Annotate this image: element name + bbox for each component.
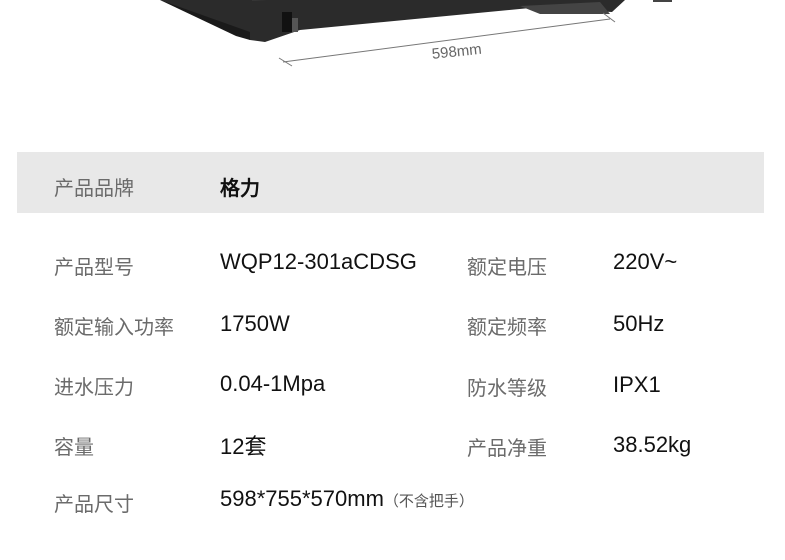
brand-label: 产品品牌 bbox=[54, 178, 134, 200]
brand-value: 格力 bbox=[220, 178, 260, 200]
frequency-value: 50Hz bbox=[613, 311, 665, 336]
waterproof-label: 防水等级 bbox=[467, 378, 547, 400]
size-note: （不含把手） bbox=[383, 493, 474, 510]
size-dimensions: 598*755*570mm bbox=[220, 486, 384, 511]
model-label: 产品型号 bbox=[54, 257, 134, 279]
product-image: 598mm bbox=[0, 0, 785, 110]
water-pressure-label: 进水压力 bbox=[54, 377, 134, 399]
input-power-value: 1750W bbox=[220, 311, 290, 336]
size-label: 产品尺寸 bbox=[54, 494, 134, 516]
frequency-label: 额定频率 bbox=[467, 317, 547, 339]
waterproof-value: IPX1 bbox=[613, 372, 661, 397]
water-pressure-value: 0.04-1Mpa bbox=[220, 371, 326, 396]
voltage-label: 额定电压 bbox=[467, 257, 547, 279]
capacity-value: 12套 bbox=[220, 434, 267, 459]
net-weight-label: 产品净重 bbox=[467, 438, 547, 460]
net-weight-value: 38.52kg bbox=[613, 432, 692, 457]
input-power-label: 额定输入功率 bbox=[54, 317, 174, 339]
model-value: WQP12-301aCDSG bbox=[220, 249, 417, 274]
capacity-label: 容量 bbox=[54, 437, 94, 459]
brand-row: 产品品牌 格力 bbox=[17, 152, 764, 213]
size-value: 598*755*570mm（不含把手） bbox=[220, 486, 474, 512]
dishwasher-illustration bbox=[160, 0, 672, 67]
voltage-value: 220V~ bbox=[613, 249, 678, 274]
